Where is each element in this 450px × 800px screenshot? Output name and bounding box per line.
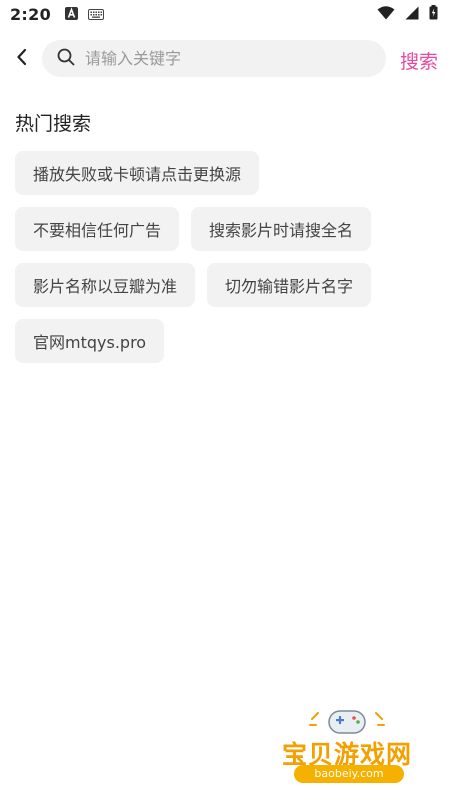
hot-search-tag[interactable]: 官网mtqys.pro <box>15 319 165 363</box>
signal-icon <box>405 5 419 24</box>
search-bar-row: 搜索 <box>0 40 450 78</box>
search-icon <box>57 48 75 70</box>
hot-search-title: 热门搜索 <box>15 113 92 135</box>
hot-search-tag[interactable]: 播放失败或卡顿请点击更换源 <box>15 151 260 195</box>
hot-search-tag[interactable]: 切勿输错影片名字 <box>207 263 372 307</box>
search-box[interactable] <box>42 40 386 77</box>
app-notification-icon <box>65 5 78 24</box>
search-button[interactable]: 搜索 <box>400 47 438 74</box>
wifi-icon <box>377 5 395 24</box>
back-arrow-icon <box>16 48 28 70</box>
hot-search-tag[interactable]: 搜索影片时请搜全名 <box>191 207 372 251</box>
back-button[interactable] <box>0 40 44 78</box>
battery-icon <box>429 4 438 24</box>
watermark-logo: 宝贝游戏网 baobeiy.com <box>272 705 422 793</box>
hot-search-tag[interactable]: 影片名称以豆瓣为准 <box>15 263 196 307</box>
watermark-url: baobeiy.com <box>294 765 404 783</box>
keyboard-icon <box>88 5 104 24</box>
hot-search-tags: 播放失败或卡顿请点击更换源 不要相信任何广告 搜索影片时请搜全名 影片名称以豆瓣… <box>15 151 435 375</box>
status-bar: 2:20 <box>0 0 450 28</box>
search-input[interactable] <box>85 43 355 74</box>
hot-search-tag[interactable]: 不要相信任何广告 <box>15 207 180 251</box>
status-time: 2:20 <box>10 4 51 24</box>
